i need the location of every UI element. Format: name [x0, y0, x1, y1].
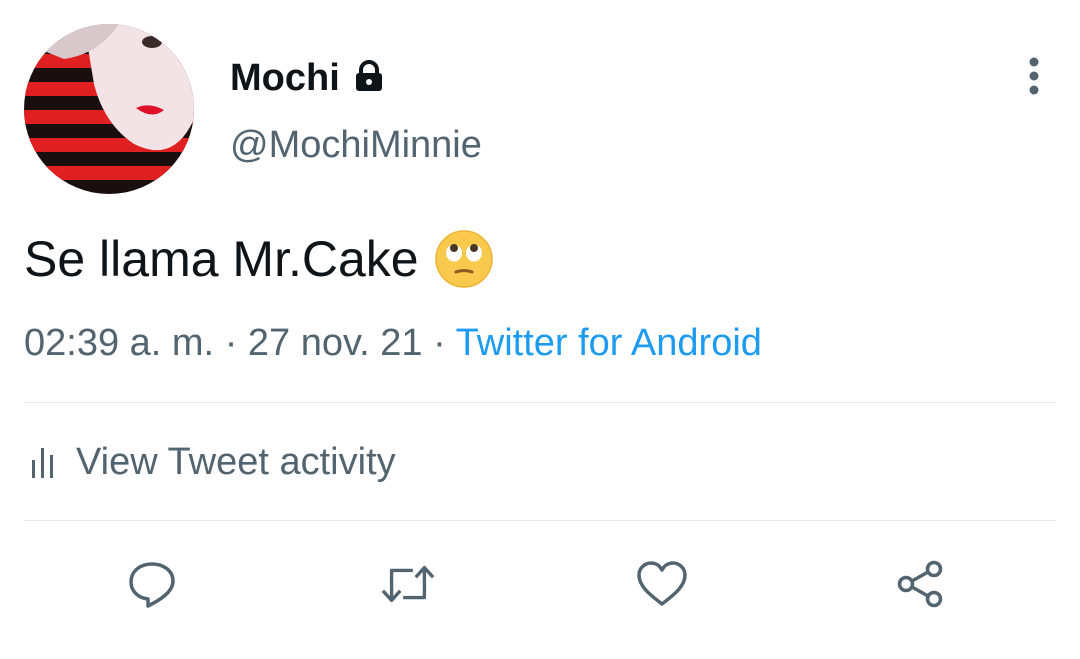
- divider: [24, 402, 1056, 403]
- view-tweet-activity-button[interactable]: View Tweet activity: [30, 440, 396, 484]
- tweet-meta: 02:39 a. m. · 27 nov. 21 · Twitter for A…: [24, 322, 762, 365]
- author-display-name[interactable]: Mochi: [230, 57, 340, 100]
- face-with-rolling-eyes-icon: [434, 230, 493, 288]
- retweet-icon: [381, 565, 435, 603]
- author-handle[interactable]: @MochiMinnie: [230, 124, 482, 167]
- tweet-date[interactable]: 27 nov. 21: [248, 322, 423, 364]
- lock-icon: [352, 59, 386, 98]
- share-button[interactable]: [892, 556, 948, 612]
- author-name-row[interactable]: Mochi: [230, 56, 386, 100]
- tweet-text-content: Se llama Mr.Cake: [24, 231, 419, 287]
- reply-button[interactable]: [124, 556, 180, 612]
- share-icon: [897, 560, 943, 608]
- more-vertical-icon: [1029, 57, 1039, 95]
- more-options-button[interactable]: [1014, 56, 1054, 96]
- analytics-icon: [32, 448, 53, 478]
- divider: [24, 520, 1056, 521]
- avatar[interactable]: [24, 24, 194, 194]
- meta-separator: ·: [224, 322, 238, 364]
- like-icon: [637, 561, 687, 606]
- meta-separator: ·: [433, 322, 446, 364]
- avatar-image: [24, 24, 194, 194]
- retweet-button[interactable]: [380, 556, 436, 612]
- view-tweet-activity-label: View Tweet activity: [76, 440, 396, 483]
- tweet-source-link[interactable]: Twitter for Android: [456, 322, 762, 364]
- reply-icon: [129, 562, 175, 608]
- tweet-text: Se llama Mr.Cake: [24, 230, 493, 288]
- tweet-time[interactable]: 02:39 a. m.: [24, 322, 214, 364]
- like-button[interactable]: [634, 556, 690, 612]
